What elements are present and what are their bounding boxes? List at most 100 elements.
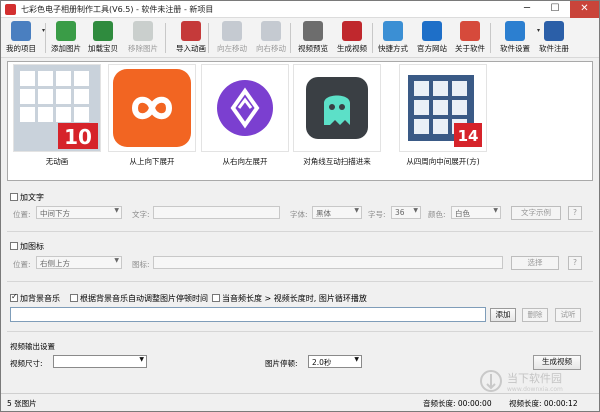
- app-window: 七彩色电子相册制作工具(V6.5) - 软件未注册 - 新项目 ─ ☐ ✕ 我的…: [0, 0, 600, 412]
- icon-path-input[interactable]: [153, 256, 503, 269]
- status-image-count: 5 张图片: [7, 399, 37, 408]
- register-label: 软件注册: [539, 44, 569, 53]
- toolbar-separator: [290, 23, 291, 53]
- add-image-button[interactable]: 添加图片: [49, 20, 83, 56]
- pause-select[interactable]: 2.0秒 ▼: [308, 355, 362, 368]
- chevron-down-icon: ▼: [114, 207, 119, 214]
- divider: [7, 281, 593, 282]
- icon-path-label: 图标:: [132, 260, 150, 269]
- register-icon: [544, 21, 564, 41]
- video-preview-button[interactable]: 视频预览: [295, 20, 331, 56]
- import-animation-button[interactable]: 导入动画: [173, 20, 209, 56]
- toolbar-separator: [208, 23, 209, 53]
- icon-select-button[interactable]: 选择: [511, 256, 559, 270]
- chevron-down-icon: ▼: [354, 356, 359, 363]
- add-text-checkbox[interactable]: 加文字: [10, 192, 44, 203]
- music-add-button[interactable]: 添加: [490, 308, 516, 322]
- watermark-text: 当下软件园: [507, 371, 562, 385]
- toolbar: 我的项目 ▾ 添加图片 加载宝贝 移除图片 导入动画 向左移动 向右移动 视频预览 生成视频 快捷方…: [1, 18, 599, 58]
- software-settings-icon: [505, 21, 525, 41]
- my-project-button[interactable]: 我的项目 ▾: [3, 20, 45, 56]
- icon-help-button[interactable]: ?: [568, 256, 582, 270]
- thumbnail-item[interactable]: 14 从四周向中间展开(方): [397, 64, 489, 172]
- video-preview-label: 视频预览: [298, 44, 328, 53]
- music-delete-button[interactable]: 删除: [522, 308, 548, 322]
- generate-video-button[interactable]: 生成视频: [533, 355, 581, 370]
- thumbnail-item[interactable]: 从右向左展开: [199, 64, 291, 172]
- window-title: 七彩色电子相册制作工具(V6.5) - 软件未注册 - 新项目: [21, 5, 214, 14]
- thumbnail-image: 10: [13, 64, 101, 152]
- shortcuts-button[interactable]: 快捷方式: [375, 20, 411, 56]
- register-button[interactable]: 软件注册: [535, 20, 573, 56]
- checkbox-icon: [70, 294, 78, 302]
- software-settings-button[interactable]: 软件设置 ▾: [496, 20, 540, 56]
- thumbnail-image: [293, 64, 381, 152]
- divider: [7, 231, 593, 232]
- about-label: 关于软件: [455, 44, 485, 53]
- output-settings-title: 视频输出设置: [10, 342, 55, 351]
- text-input[interactable]: [153, 206, 280, 219]
- import-animation-icon: [181, 21, 201, 41]
- maximize-button[interactable]: ☐: [542, 1, 568, 18]
- add-image-icon: [56, 21, 76, 41]
- pause-value: 2.0秒: [312, 358, 332, 367]
- move-left-button[interactable]: 向左移动: [214, 20, 250, 56]
- text-label: 文字:: [132, 210, 150, 219]
- status-video-length: 视频长度: 00:00:12: [509, 399, 578, 408]
- about-icon: [460, 21, 480, 41]
- load-album-button[interactable]: 加载宝贝: [86, 20, 120, 56]
- thumbnail-item[interactable]: 从上向下展开: [106, 64, 198, 172]
- icon-position-select[interactable]: 右侧上方 ▼: [36, 256, 122, 269]
- divider: [7, 331, 593, 332]
- video-preview-icon: [303, 21, 323, 41]
- color-select[interactable]: 白色 ▼: [451, 206, 501, 219]
- generate-video-button[interactable]: 生成视频: [334, 20, 370, 56]
- icon-position-value: 右侧上方: [40, 259, 70, 268]
- thumbnail-caption: 从四周向中间展开(方): [406, 157, 480, 166]
- toolbar-separator: [45, 23, 46, 53]
- auto-adjust-label: 根据背景音乐自动调整图片停顿时间: [80, 294, 208, 303]
- size-select[interactable]: 36 ▼: [391, 206, 421, 219]
- remove-image-button[interactable]: 移除图片: [125, 20, 161, 56]
- generate-video-label: 生成视频: [337, 44, 367, 53]
- chevron-down-icon: ▼: [354, 207, 359, 214]
- status-bar: 5 张图片 音频长度: 00:00:00 视频长度: 00:00:12: [1, 393, 599, 411]
- color-value: 白色: [455, 209, 470, 218]
- add-icon-label: 加图标: [20, 242, 44, 251]
- close-button[interactable]: ✕: [570, 1, 599, 18]
- toolbar-separator: [372, 23, 373, 53]
- checkbox-icon: [10, 242, 18, 250]
- title-bar: 七彩色电子相册制作工具(V6.5) - 软件未注册 - 新项目 ─ ☐ ✕: [1, 1, 599, 18]
- loop-label: 当音频长度 > 视频长度时, 图片循环播放: [222, 294, 367, 303]
- thumbnail-panel[interactable]: 10 无动画 从上向下展开 从右向左展开 对角线互动扫描进来 14 从四周向中间展开(方): [7, 61, 593, 181]
- loop-checkbox[interactable]: 当音频长度 > 视频长度时, 图片循环播放: [212, 293, 367, 304]
- text-sample-button[interactable]: 文字示例: [511, 206, 561, 220]
- music-listen-button[interactable]: 试听: [555, 308, 581, 322]
- move-right-button[interactable]: 向右移动: [253, 20, 289, 56]
- auto-adjust-checkbox[interactable]: 根据背景音乐自动调整图片停顿时间: [70, 293, 208, 304]
- my-project-icon: [11, 21, 31, 41]
- software-settings-label: 软件设置: [500, 44, 530, 53]
- font-select[interactable]: 黑体 ▼: [312, 206, 362, 219]
- thumbnail-item[interactable]: 对角线互动扫描进来: [291, 64, 383, 172]
- toolbar-separator: [165, 23, 166, 53]
- move-right-icon: [261, 21, 281, 41]
- thumbnail-image: 14: [399, 64, 487, 152]
- video-size-select[interactable]: ▼: [53, 355, 147, 368]
- chevron-down-icon: ▼: [139, 356, 144, 363]
- watermark-url: www.downxia.com: [507, 386, 563, 393]
- official-site-label: 官方网站: [417, 44, 447, 53]
- official-site-button[interactable]: 官方网站: [414, 20, 450, 56]
- add-icon-checkbox[interactable]: 加图标: [10, 241, 44, 252]
- font-label: 字体:: [290, 210, 308, 219]
- music-path-input[interactable]: [10, 307, 486, 322]
- text-position-select[interactable]: 中间下方 ▼: [36, 206, 122, 219]
- text-help-button[interactable]: ?: [568, 206, 582, 220]
- add-text-label: 加文字: [20, 193, 44, 202]
- color-label: 颜色:: [428, 210, 446, 219]
- bg-music-checkbox[interactable]: 加背景音乐: [10, 292, 60, 304]
- thumbnail-item[interactable]: 10 无动画: [11, 64, 103, 172]
- about-button[interactable]: 关于软件: [452, 20, 488, 56]
- minimize-button[interactable]: ─: [514, 1, 540, 18]
- thumbnail-caption: 从上向下展开: [129, 157, 175, 166]
